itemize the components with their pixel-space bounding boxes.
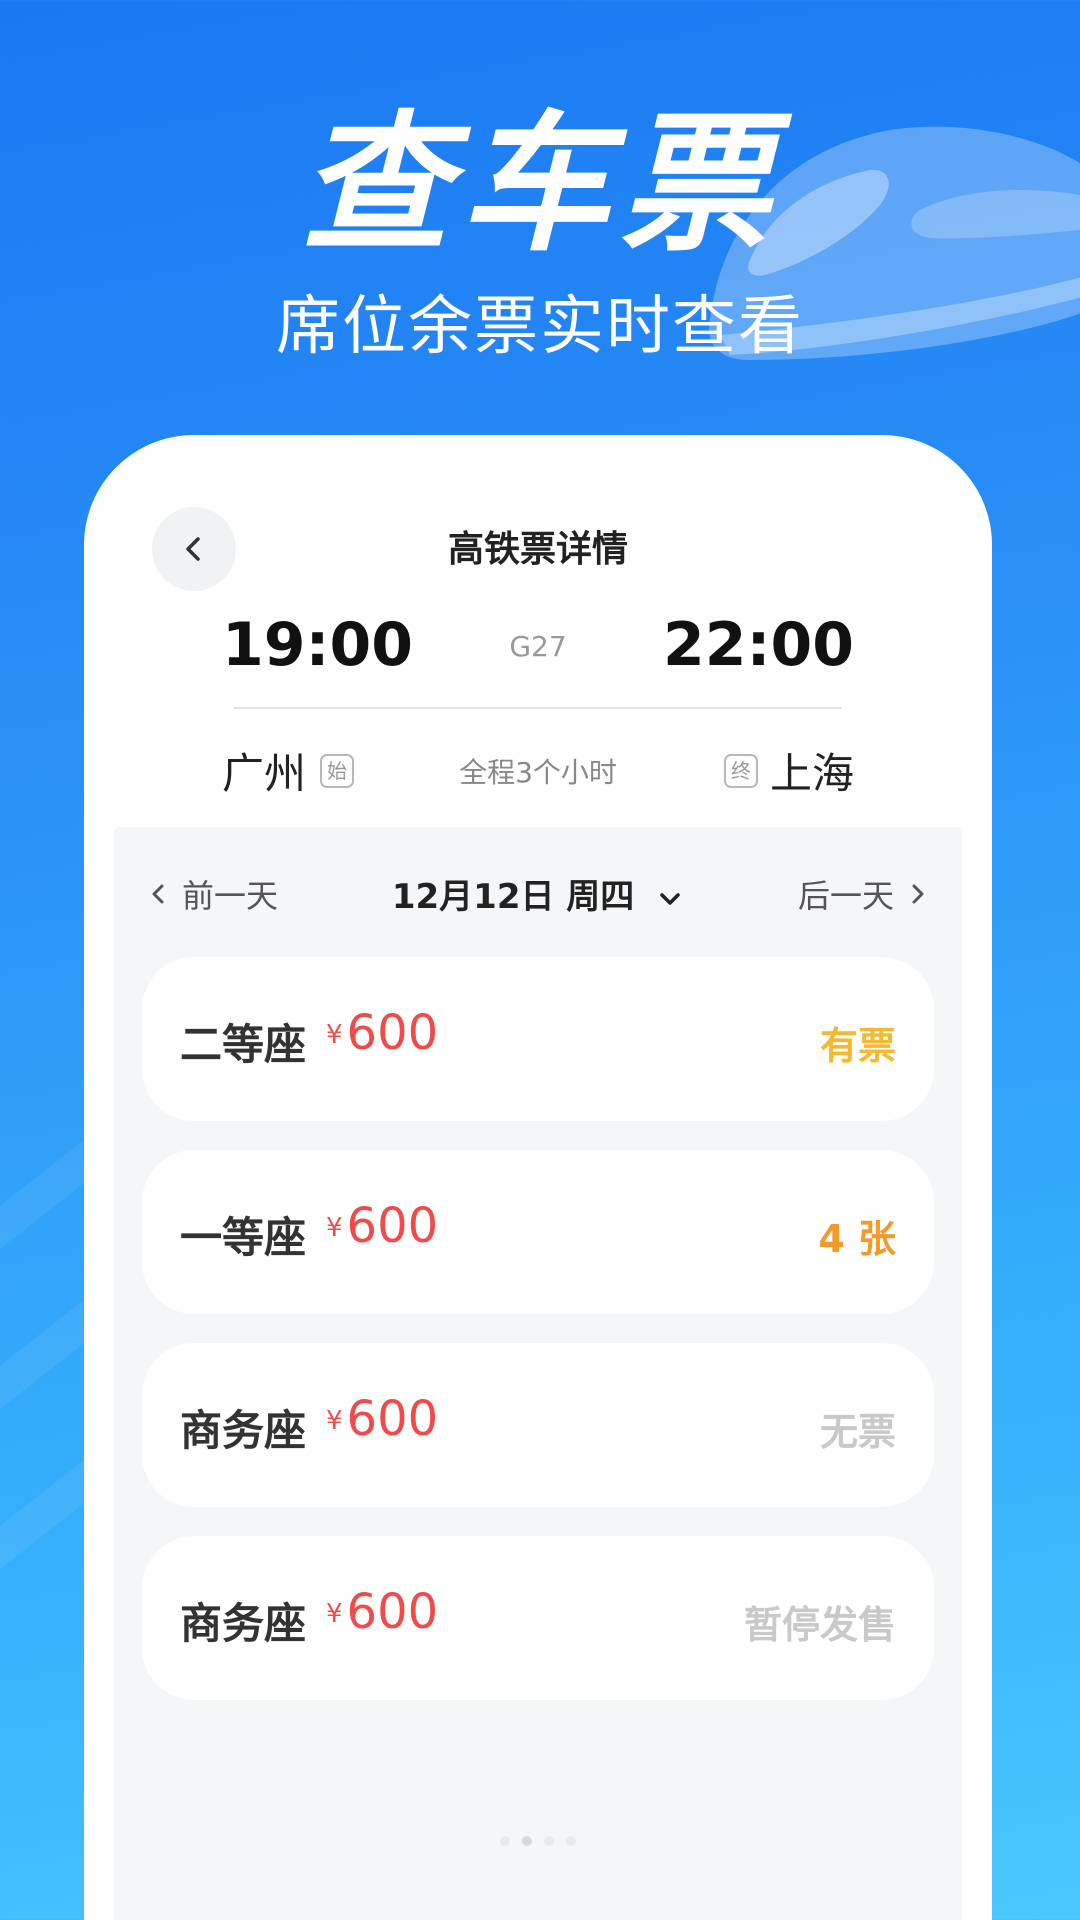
- page-dot: [544, 1836, 554, 1846]
- seat-name: 二等座: [180, 1020, 307, 1069]
- page-title: 高铁票详情: [447, 529, 628, 570]
- currency-symbol: ¥: [326, 1599, 343, 1629]
- hero-subtitle: 席位余票实时查看: [276, 290, 804, 364]
- seat-status: 无票: [819, 1410, 896, 1454]
- currency-symbol: ¥: [326, 1213, 343, 1243]
- seat-status: 有票: [819, 1024, 896, 1068]
- train-number: G27: [509, 630, 567, 663]
- price-value: 600: [346, 1584, 439, 1640]
- seat-panel: 前一天 12月12日 周四 后一天 二等座 ¥600 有票 一等座 ¥600 4…: [114, 827, 962, 1920]
- seat-card-business-class[interactable]: 商务座 ¥600 无票: [142, 1343, 934, 1507]
- seat-price: ¥600: [326, 1005, 438, 1061]
- price-value: 600: [346, 1005, 439, 1061]
- page-dot: [566, 1836, 576, 1846]
- chevron-down-icon: [660, 892, 680, 905]
- seat-name: 商务座: [180, 1599, 307, 1648]
- route-divider: [234, 707, 842, 709]
- seat-name: 一等座: [180, 1213, 307, 1262]
- seat-status: 4 张: [818, 1217, 896, 1261]
- arrival-time: 22:00: [663, 610, 854, 680]
- price-value: 600: [346, 1198, 439, 1254]
- seat-price: ¥600: [326, 1391, 438, 1447]
- seat-card-second-class[interactable]: 二等座 ¥600 有票: [142, 957, 934, 1121]
- seat-name: 商务座: [180, 1406, 307, 1455]
- hero-title: 查车票: [299, 98, 780, 272]
- seat-price: ¥600: [326, 1198, 438, 1254]
- arrival-station: 终 上海: [723, 740, 854, 801]
- trip-duration: 全程3个小时: [459, 756, 617, 789]
- arrival-station-name: 上海: [769, 749, 854, 798]
- seat-card-first-class[interactable]: 一等座 ¥600 4 张: [142, 1150, 934, 1314]
- date-bar: 前一天 12月12日 周四 后一天: [114, 857, 962, 927]
- terminal-tag: 终: [723, 753, 758, 788]
- price-value: 600: [346, 1391, 439, 1447]
- seat-card-business-class-suspended[interactable]: 商务座 ¥600 暂停发售: [142, 1536, 934, 1700]
- phone-screen: 高铁票详情 19:00 G27 22:00 广州 始 全程3个小时 终 上海 前…: [84, 435, 992, 1920]
- page-dot-active: [522, 1836, 532, 1846]
- seat-price: ¥600: [326, 1584, 438, 1640]
- currency-symbol: ¥: [326, 1406, 343, 1436]
- next-day-label: 后一天: [797, 877, 894, 915]
- next-day-button[interactable]: 后一天: [798, 871, 930, 917]
- current-date: 12月12日 周四: [391, 877, 635, 917]
- currency-symbol: ¥: [326, 1020, 343, 1050]
- seat-status: 暂停发售: [743, 1603, 896, 1647]
- page-indicator: [114, 1831, 962, 1850]
- chevron-right-icon: [912, 884, 924, 904]
- page-dot: [500, 1836, 510, 1846]
